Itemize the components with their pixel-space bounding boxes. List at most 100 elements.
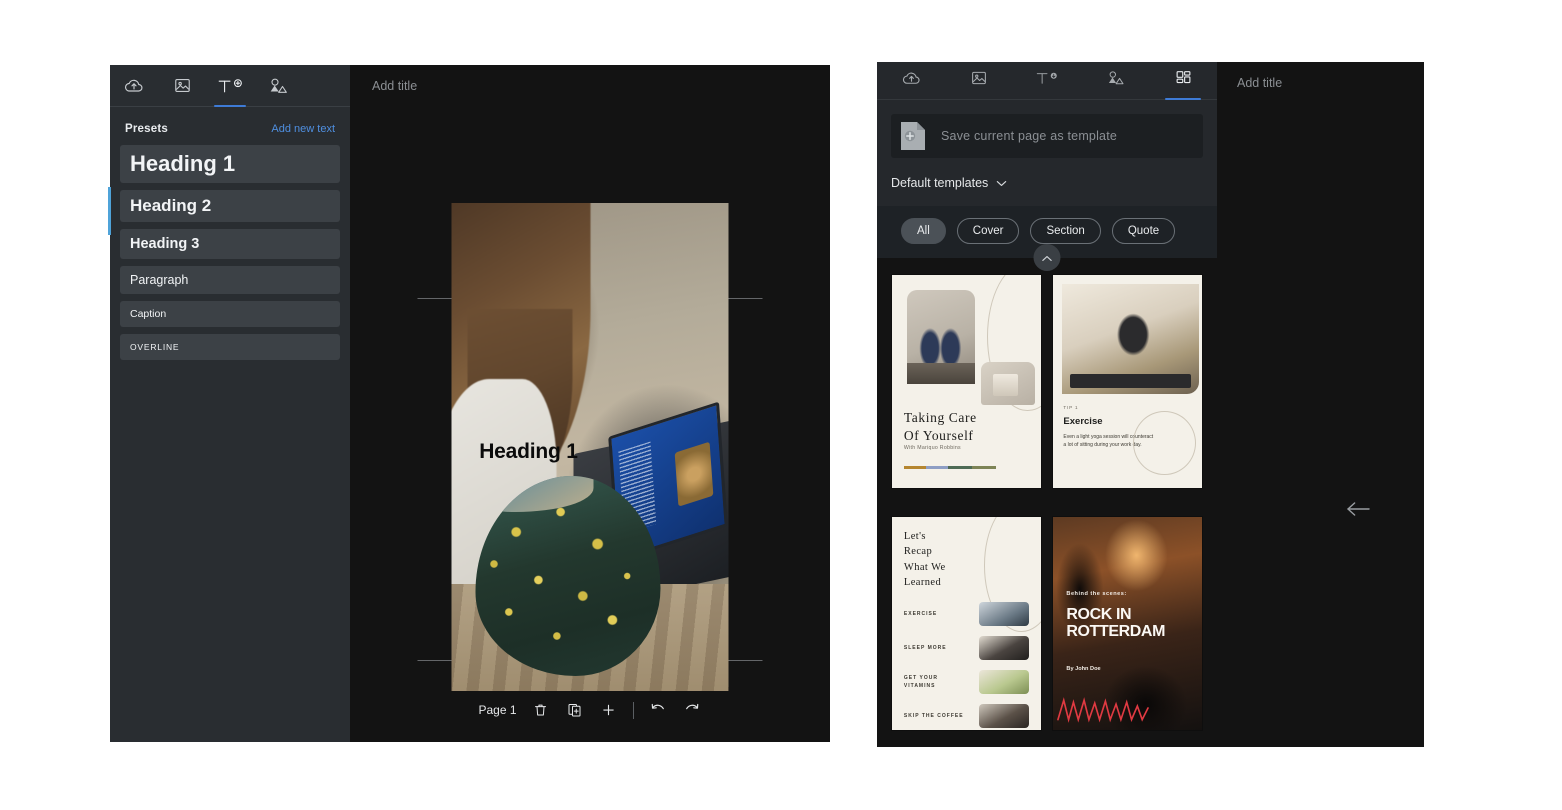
- text-add-icon: [215, 76, 245, 96]
- tab-templates[interactable]: [1149, 62, 1217, 100]
- template-title-line2: Of Yourself: [903, 428, 974, 444]
- canvas-heading-text[interactable]: Heading 1: [479, 440, 578, 464]
- template-card-exercise-tip[interactable]: TIP 1 Exercise Even a light yoga session…: [1052, 274, 1203, 489]
- chevron-down-icon: [996, 174, 1007, 192]
- left-canvas-area: Add title Heading 1 Page 1: [350, 65, 830, 742]
- template-recap-list: EXERCISE SLEEP MORE GET YOUR VITAMINS SK…: [903, 597, 1030, 729]
- template-title: Taking Care Of Yourself: [904, 409, 977, 445]
- filter-chip-section[interactable]: Section: [1030, 218, 1101, 244]
- right-editor-window: Save current page as template Default te…: [877, 62, 1424, 747]
- filter-chip-all[interactable]: All: [901, 218, 946, 244]
- image-icon: [970, 69, 988, 92]
- guide-line-top-right: [728, 298, 763, 299]
- template-photo-shelf: [981, 362, 1036, 405]
- cloud-upload-icon: [124, 76, 144, 96]
- presets-title: Presets: [125, 123, 168, 135]
- templates-grid: Taking Care Of Yourself With Mariquo Rob…: [877, 258, 1217, 747]
- template-photo-yoga: [1061, 283, 1200, 395]
- preset-heading-2[interactable]: Heading 2: [120, 190, 340, 222]
- active-tab-underline: [1165, 98, 1201, 100]
- save-template-label: Save current page as template: [941, 129, 1118, 143]
- grid-templates-icon: [1174, 69, 1193, 92]
- blob-shaped-forest-image[interactable]: [475, 476, 661, 677]
- list-item: SKIP THE COFFEE: [903, 699, 1030, 729]
- template-eyebrow: Behind the scenes:: [1066, 591, 1127, 598]
- page-label: Page 1: [478, 703, 517, 717]
- preset-caption[interactable]: Caption: [120, 301, 340, 327]
- list-item-label: SKIP THE COFFEE: [903, 713, 964, 720]
- template-title-line1: ROCK IN: [1066, 605, 1132, 623]
- trash-icon[interactable]: [531, 700, 551, 720]
- arrow-left-icon[interactable]: [1345, 498, 1371, 520]
- left-canvas-title-input[interactable]: Add title: [372, 79, 417, 93]
- preset-heading-3[interactable]: Heading 3: [120, 229, 340, 259]
- list-item: SLEEP MORE: [903, 631, 1030, 665]
- template-title-line1: Let's: [903, 531, 926, 543]
- template-title-line2: ROTTERDAM: [1066, 623, 1166, 641]
- guide-line-bottom-right: [728, 660, 763, 661]
- preset-overline[interactable]: OVERLINE: [120, 334, 340, 360]
- template-eyebrow: TIP 1: [1063, 404, 1079, 410]
- page-canvas[interactable]: Heading 1: [451, 203, 729, 691]
- template-byline: By John Doe: [1066, 665, 1101, 672]
- duplicate-page-icon[interactable]: [565, 700, 585, 720]
- screenshot-stage: Presets Add new text Heading 1 Heading 2…: [0, 0, 1562, 810]
- plus-icon[interactable]: [599, 700, 619, 720]
- decorative-circle: [1133, 411, 1197, 476]
- panel-edge-indicator: [108, 187, 111, 235]
- shapes-icon: [267, 76, 289, 96]
- list-item-thumbnail: [979, 636, 1030, 661]
- template-heading: Exercise: [1063, 415, 1103, 427]
- right-side-panel: Save current page as template Default te…: [877, 62, 1217, 747]
- active-tab-underline: [214, 105, 246, 107]
- tab-shapes[interactable]: [254, 65, 302, 106]
- right-canvas-title-input[interactable]: Add title: [1237, 76, 1282, 90]
- template-photo-two-women: [906, 289, 976, 384]
- toolbar-divider: [632, 701, 634, 719]
- template-title: Let's Recap What We Learned: [904, 529, 946, 590]
- template-title-line3: What We: [903, 561, 946, 573]
- guide-line-top-left: [417, 298, 452, 299]
- filter-chip-cover[interactable]: Cover: [956, 218, 1020, 244]
- presets-header: Presets Add new text: [120, 119, 340, 145]
- template-card-lets-recap[interactable]: Let's Recap What We Learned EXERCISE SLE…: [891, 515, 1042, 731]
- default-templates-dropdown[interactable]: Default templates: [877, 158, 1217, 206]
- decorative-squiggle: [1056, 693, 1172, 725]
- filter-chip-quote[interactable]: Quote: [1111, 218, 1176, 244]
- tab-text[interactable]: [1013, 62, 1081, 99]
- template-title-line1: Taking Care: [903, 410, 977, 426]
- right-canvas-area: Add title: [1217, 62, 1424, 747]
- chevron-up-icon: [1042, 249, 1053, 267]
- undo-icon[interactable]: [648, 700, 668, 720]
- tab-upload[interactable]: [110, 65, 158, 106]
- list-item-label: GET YOUR VITAMINS: [903, 675, 938, 690]
- preset-heading-1[interactable]: Heading 1: [120, 145, 340, 183]
- preset-paragraph[interactable]: Paragraph: [120, 266, 340, 294]
- tab-images[interactable]: [945, 62, 1013, 99]
- collapse-panel-button[interactable]: [1033, 244, 1061, 271]
- add-new-text-link[interactable]: Add new text: [271, 123, 335, 135]
- template-filter-chips: All Cover Section Quote: [877, 206, 1217, 271]
- template-subtitle: With Mariquo Robbins: [903, 445, 961, 452]
- redo-icon[interactable]: [682, 700, 702, 720]
- text-download-icon: [1032, 69, 1062, 92]
- left-side-panel: Presets Add new text Heading 1 Heading 2…: [108, 65, 350, 742]
- tab-upload[interactable]: [877, 62, 945, 99]
- list-item-label: SLEEP MORE: [903, 645, 947, 652]
- list-item-thumbnail: [979, 602, 1030, 627]
- save-page-as-template-button[interactable]: Save current page as template: [891, 114, 1203, 158]
- page-bottom-toolbar: Page 1: [350, 700, 830, 720]
- tab-shapes[interactable]: [1081, 62, 1149, 99]
- right-tab-bar: [877, 62, 1217, 100]
- tab-text[interactable]: [206, 65, 254, 107]
- template-card-rock-in-rotterdam[interactable]: Behind the scenes: ROCK IN ROTTERDAM By …: [1052, 515, 1203, 731]
- list-item-thumbnail: [979, 670, 1030, 695]
- default-templates-label: Default templates: [891, 176, 989, 190]
- tab-images[interactable]: [158, 65, 206, 106]
- left-editor-window: Presets Add new text Heading 1 Heading 2…: [108, 65, 830, 742]
- template-card-taking-care[interactable]: Taking Care Of Yourself With Mariquo Rob…: [891, 274, 1042, 489]
- list-item-thumbnail: [979, 704, 1030, 729]
- document-plus-icon: [899, 120, 927, 152]
- list-item: EXERCISE: [903, 597, 1030, 631]
- list-item-label: EXERCISE: [903, 611, 938, 618]
